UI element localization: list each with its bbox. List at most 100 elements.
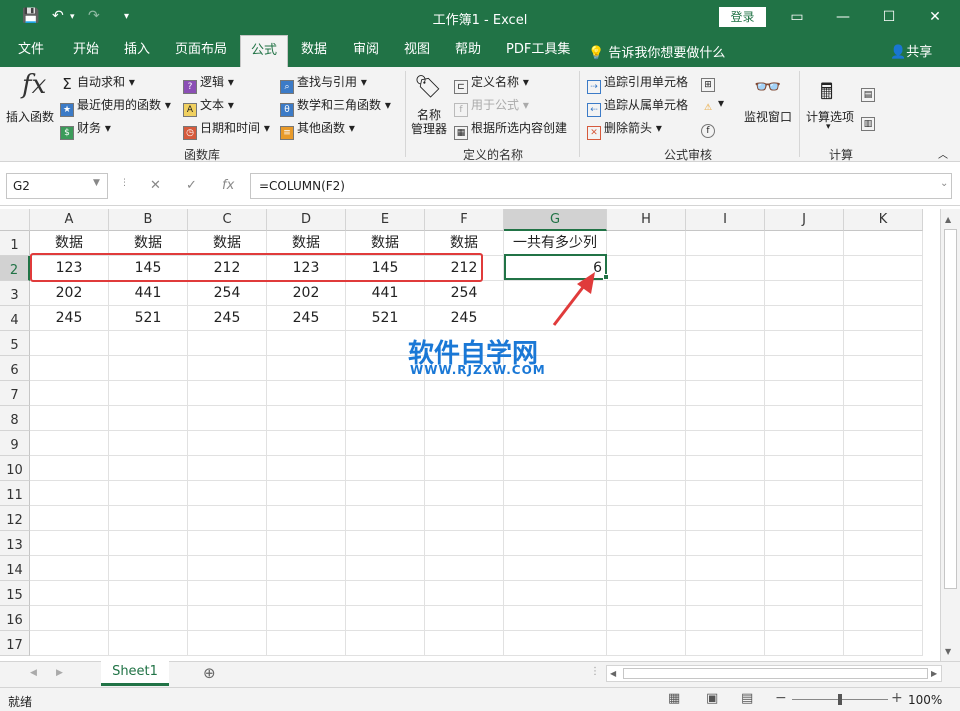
cell-h4[interactable] xyxy=(607,306,686,331)
cell-i3[interactable] xyxy=(686,281,765,306)
cell-g15[interactable] xyxy=(504,581,607,606)
cell-h10[interactable] xyxy=(607,456,686,481)
cell-i5[interactable] xyxy=(686,331,765,356)
cell-d17[interactable] xyxy=(267,631,346,656)
column-header-a[interactable]: A xyxy=(30,209,109,231)
cell-j12[interactable] xyxy=(765,506,844,531)
trace-dependents-button[interactable]: ⇠ 追踪从属单元格 xyxy=(587,96,688,117)
cell-j17[interactable] xyxy=(765,631,844,656)
cell-f10[interactable] xyxy=(425,456,504,481)
calculate-sheet-icon[interactable]: ▥ xyxy=(861,112,878,131)
cell-h3[interactable] xyxy=(607,281,686,306)
vertical-scrollbar[interactable]: ▲ ▼ xyxy=(940,209,960,661)
financial-button[interactable]: $ 财务 ▾ xyxy=(60,119,111,140)
tab-formulas[interactable]: 公式 xyxy=(240,35,288,67)
cell-b7[interactable] xyxy=(109,381,188,406)
define-name-button[interactable]: ⊏ 定义名称 ▾ xyxy=(454,73,529,94)
insert-function-fx-icon[interactable]: fx xyxy=(222,178,234,193)
row-header-6[interactable]: 6 xyxy=(0,356,30,381)
cell-k7[interactable] xyxy=(844,381,923,406)
cell-i4[interactable] xyxy=(686,306,765,331)
cell-b9[interactable] xyxy=(109,431,188,456)
cell-g17[interactable] xyxy=(504,631,607,656)
cell-k1[interactable] xyxy=(844,231,923,256)
cell-i11[interactable] xyxy=(686,481,765,506)
cell-e3[interactable]: 441 xyxy=(346,281,425,306)
cell-a16[interactable] xyxy=(30,606,109,631)
row-header-7[interactable]: 7 xyxy=(0,381,30,406)
cell-f15[interactable] xyxy=(425,581,504,606)
h-scroll-thumb[interactable] xyxy=(623,668,928,679)
show-formulas-icon[interactable]: ⊞ xyxy=(701,73,718,92)
name-box-dropdown-icon[interactable]: ▼ xyxy=(93,178,100,188)
close-button[interactable]: ✕ xyxy=(920,5,950,29)
cell-i2[interactable] xyxy=(686,256,765,281)
cell-j13[interactable] xyxy=(765,531,844,556)
row-header-9[interactable]: 9 xyxy=(0,431,30,456)
math-trig-button[interactable]: θ 数学和三角函数 ▾ xyxy=(280,96,391,117)
cell-b6[interactable] xyxy=(109,356,188,381)
create-from-selection-button[interactable]: ▦ 根据所选内容创建 xyxy=(454,119,567,140)
cell-a7[interactable] xyxy=(30,381,109,406)
cell-a10[interactable] xyxy=(30,456,109,481)
cell-d12[interactable] xyxy=(267,506,346,531)
cell-i12[interactable] xyxy=(686,506,765,531)
cell-g11[interactable] xyxy=(504,481,607,506)
calculate-now-icon[interactable]: ▤ xyxy=(861,83,878,102)
tab-data[interactable]: 数据 xyxy=(295,35,333,67)
zoom-out-icon[interactable]: − xyxy=(775,690,787,706)
cell-c3[interactable]: 254 xyxy=(188,281,267,306)
cell-e13[interactable] xyxy=(346,531,425,556)
cell-f16[interactable] xyxy=(425,606,504,631)
row-header-10[interactable]: 10 xyxy=(0,456,30,481)
cell-h5[interactable] xyxy=(607,331,686,356)
column-header-c[interactable]: C xyxy=(188,209,267,231)
cell-h17[interactable] xyxy=(607,631,686,656)
cell-j14[interactable] xyxy=(765,556,844,581)
column-header-e[interactable]: E xyxy=(346,209,425,231)
collapse-ribbon-icon[interactable]: ︿ xyxy=(938,146,948,161)
cell-a5[interactable] xyxy=(30,331,109,356)
cell-c13[interactable] xyxy=(188,531,267,556)
scroll-up-icon[interactable]: ▲ xyxy=(945,215,951,224)
prev-sheet-icon[interactable]: ◀ xyxy=(30,668,37,678)
cell-h8[interactable] xyxy=(607,406,686,431)
row-header-16[interactable]: 16 xyxy=(0,606,30,631)
cell-b12[interactable] xyxy=(109,506,188,531)
cell-j15[interactable] xyxy=(765,581,844,606)
cell-a17[interactable] xyxy=(30,631,109,656)
tab-home[interactable]: 开始 xyxy=(67,35,105,67)
enter-check-icon[interactable]: ✓ xyxy=(186,178,197,193)
cell-c12[interactable] xyxy=(188,506,267,531)
cell-k12[interactable] xyxy=(844,506,923,531)
cell-a4[interactable]: 245 xyxy=(30,306,109,331)
cell-j9[interactable] xyxy=(765,431,844,456)
cell-f17[interactable] xyxy=(425,631,504,656)
scroll-thumb[interactable] xyxy=(944,229,957,589)
zoom-in-icon[interactable]: + xyxy=(891,690,903,706)
column-header-g[interactable]: G xyxy=(504,209,607,231)
cell-e17[interactable] xyxy=(346,631,425,656)
name-manager-button[interactable]: 名称 管理器 xyxy=(411,108,447,136)
cell-d5[interactable] xyxy=(267,331,346,356)
cell-a12[interactable] xyxy=(30,506,109,531)
cell-i13[interactable] xyxy=(686,531,765,556)
cell-b4[interactable]: 521 xyxy=(109,306,188,331)
cell-c5[interactable] xyxy=(188,331,267,356)
cell-k17[interactable] xyxy=(844,631,923,656)
cell-d14[interactable] xyxy=(267,556,346,581)
row-header-8[interactable]: 8 xyxy=(0,406,30,431)
cell-d8[interactable] xyxy=(267,406,346,431)
share-button[interactable]: 👤共享 xyxy=(890,41,932,60)
column-header-h[interactable]: H xyxy=(607,209,686,231)
cell-d4[interactable]: 245 xyxy=(267,306,346,331)
cell-d9[interactable] xyxy=(267,431,346,456)
cell-k6[interactable] xyxy=(844,356,923,381)
cell-k14[interactable] xyxy=(844,556,923,581)
zoom-level[interactable]: 100% xyxy=(908,693,942,707)
cell-d16[interactable] xyxy=(267,606,346,631)
cell-h16[interactable] xyxy=(607,606,686,631)
tab-file[interactable]: 文件 xyxy=(12,35,50,67)
cell-j8[interactable] xyxy=(765,406,844,431)
tab-pdf-tools[interactable]: PDF工具集 xyxy=(500,35,576,67)
